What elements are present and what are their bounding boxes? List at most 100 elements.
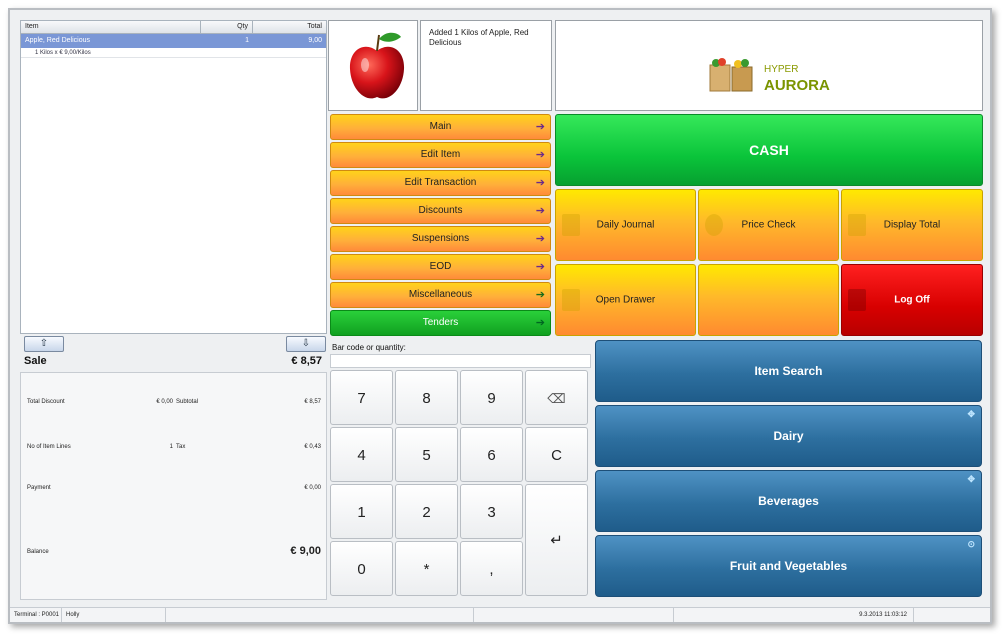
store-logo-tile: HYPER AURORA — [555, 20, 983, 111]
tax-label: Tax — [176, 444, 186, 450]
totals-panel: Total Discount € 0,00 Subtotal € 8,57 No… — [20, 372, 327, 600]
cash-button[interactable]: CASH — [555, 114, 983, 186]
key-7[interactable]: 7 — [330, 370, 393, 425]
pos-window: Item Qty Total Apple, Red Delicious 1 9,… — [8, 8, 992, 624]
scroll-down-button[interactable]: ⇩ — [286, 336, 326, 352]
key-6[interactable]: 6 — [460, 427, 523, 482]
user-name: Holly — [62, 608, 166, 622]
message-tile: Added 1 Kilos of Apple, Red Delicious — [420, 20, 552, 111]
menu-suspensions-button[interactable]: Suspensions ➔ — [330, 226, 551, 252]
receipt-item-detail: 1 Kilos x € 9,00/Kilos — [21, 48, 326, 58]
dairy-button[interactable]: Dairy ✥ — [595, 405, 982, 467]
arrow-right-icon: ➔ — [535, 177, 545, 189]
header-item[interactable]: Item — [21, 21, 201, 33]
receipt-header: Item Qty Total — [21, 21, 326, 34]
price-check-label: Price Check — [741, 219, 796, 231]
header-total[interactable]: Total — [253, 21, 326, 33]
arrow-right-icon: ➔ — [535, 233, 545, 245]
receipt-list[interactable]: Item Qty Total Apple, Red Delicious 1 9,… — [20, 20, 327, 334]
empty-function-button[interactable] — [698, 264, 839, 336]
payment-value: € 0,00 — [304, 485, 321, 491]
price-check-button[interactable]: Price Check — [698, 189, 839, 261]
item-search-button[interactable]: Item Search — [595, 340, 982, 402]
status-bar: Terminal : P0001 Holly 9.3.2013 11:03:12 — [10, 607, 990, 622]
key-5[interactable]: 5 — [395, 427, 458, 482]
item-search-label: Item Search — [754, 364, 823, 378]
display-total-label: Display Total — [883, 219, 941, 231]
menu-main-button[interactable]: Main ➔ — [330, 114, 551, 140]
arrow-right-icon: ➔ — [535, 149, 545, 161]
product-image-tile — [328, 20, 418, 111]
beverages-button[interactable]: Beverages ✥ — [595, 470, 982, 532]
fruit-vegetables-label: Fruit and Vegetables — [729, 559, 848, 573]
cash-label: CASH — [749, 142, 789, 158]
status-message: Added 1 Kilos of Apple, Red Delicious — [429, 28, 529, 47]
daily-journal-label: Daily Journal — [596, 219, 655, 231]
arrow-right-icon: ➔ — [535, 205, 545, 217]
menu-eod-button[interactable]: EOD ➔ — [330, 254, 551, 280]
key-0[interactable]: 0 — [330, 541, 393, 596]
menu-label: Tenders — [422, 317, 459, 328]
item-lines-label: No of Item Lines — [27, 444, 71, 450]
key-3[interactable]: 3 — [460, 484, 523, 539]
receipt-item-name: Apple, Red Delicious — [25, 37, 90, 44]
sale-label: Sale — [24, 355, 47, 367]
key-1[interactable]: 1 — [330, 484, 393, 539]
terminal-id: Terminal : P0001 — [10, 608, 62, 622]
menu-discounts-button[interactable]: Discounts ➔ — [330, 198, 551, 224]
receipt-item-qty: 1 — [245, 37, 249, 44]
open-drawer-label: Open Drawer — [595, 294, 656, 306]
key-9[interactable]: 9 — [460, 370, 523, 425]
key-comma[interactable]: , — [460, 541, 523, 596]
menu-label: Main — [429, 121, 452, 132]
menu-label: Edit Item — [420, 149, 461, 160]
receipt-row-selected[interactable]: Apple, Red Delicious 1 9,00 — [21, 34, 326, 48]
screen: Item Qty Total Apple, Red Delicious 1 9,… — [0, 0, 1002, 634]
scroll-up-button[interactable]: ⇧ — [24, 336, 64, 352]
expand-arrows-icon: ✥ — [967, 474, 975, 484]
status-segment-empty — [474, 608, 674, 622]
key-8[interactable]: 8 — [395, 370, 458, 425]
total-discount-value: € 0,00 — [156, 399, 173, 405]
total-discount-label: Total Discount — [27, 399, 65, 405]
status-segment-empty — [166, 608, 474, 622]
barcode-label: Bar code or quantity: — [332, 343, 406, 352]
menu-label: EOD — [429, 261, 452, 272]
key-4[interactable]: 4 — [330, 427, 393, 482]
arrow-right-icon: ➔ — [535, 289, 545, 301]
menu-edit-transaction-button[interactable]: Edit Transaction ➔ — [330, 170, 551, 196]
target-icon: ⊙ — [967, 539, 975, 549]
receipt-item-total: 9,00 — [308, 37, 322, 44]
logo-line1: HYPER — [764, 64, 799, 75]
arrow-right-icon: ➔ — [535, 121, 545, 133]
dairy-label: Dairy — [773, 429, 804, 443]
arrow-right-icon: ➔ — [535, 261, 545, 273]
apple-icon — [349, 32, 405, 99]
sale-total: € 8,57 — [291, 355, 322, 367]
barcode-input[interactable] — [330, 354, 591, 368]
status-datetime: 9.3.2013 11:03:12 — [674, 608, 914, 622]
menu-miscellaneous-button[interactable]: Miscellaneous ➔ — [330, 282, 551, 308]
menu-edit-item-button[interactable]: Edit Item ➔ — [330, 142, 551, 168]
menu-tenders-button[interactable]: Tenders ➔ — [330, 310, 551, 336]
key-2[interactable]: 2 — [395, 484, 458, 539]
shopping-bags-icon — [709, 58, 753, 92]
header-qty[interactable]: Qty — [201, 21, 253, 33]
balance-value: € 9,00 — [290, 545, 321, 557]
clear-key[interactable]: C — [525, 427, 588, 482]
fruit-vegetables-button[interactable]: Fruit and Vegetables ⊙ — [595, 535, 982, 597]
balance-label: Balance — [27, 549, 49, 555]
tax-value: € 0,43 — [304, 444, 321, 450]
log-off-button[interactable]: Log Off — [841, 264, 983, 336]
menu-label: Discounts — [418, 205, 463, 216]
backspace-key[interactable]: ⌫ — [525, 370, 588, 425]
expand-arrows-icon: ✥ — [967, 409, 975, 419]
logo-line2: AURORA — [764, 77, 830, 94]
display-total-button[interactable]: Display Total — [841, 189, 983, 261]
open-drawer-button[interactable]: Open Drawer — [555, 264, 696, 336]
enter-key[interactable]: ↵ — [525, 484, 588, 596]
daily-journal-button[interactable]: Daily Journal — [555, 189, 696, 261]
key-asterisk[interactable]: * — [395, 541, 458, 596]
log-off-label: Log Off — [894, 294, 930, 306]
item-lines-value: 1 — [169, 444, 173, 450]
